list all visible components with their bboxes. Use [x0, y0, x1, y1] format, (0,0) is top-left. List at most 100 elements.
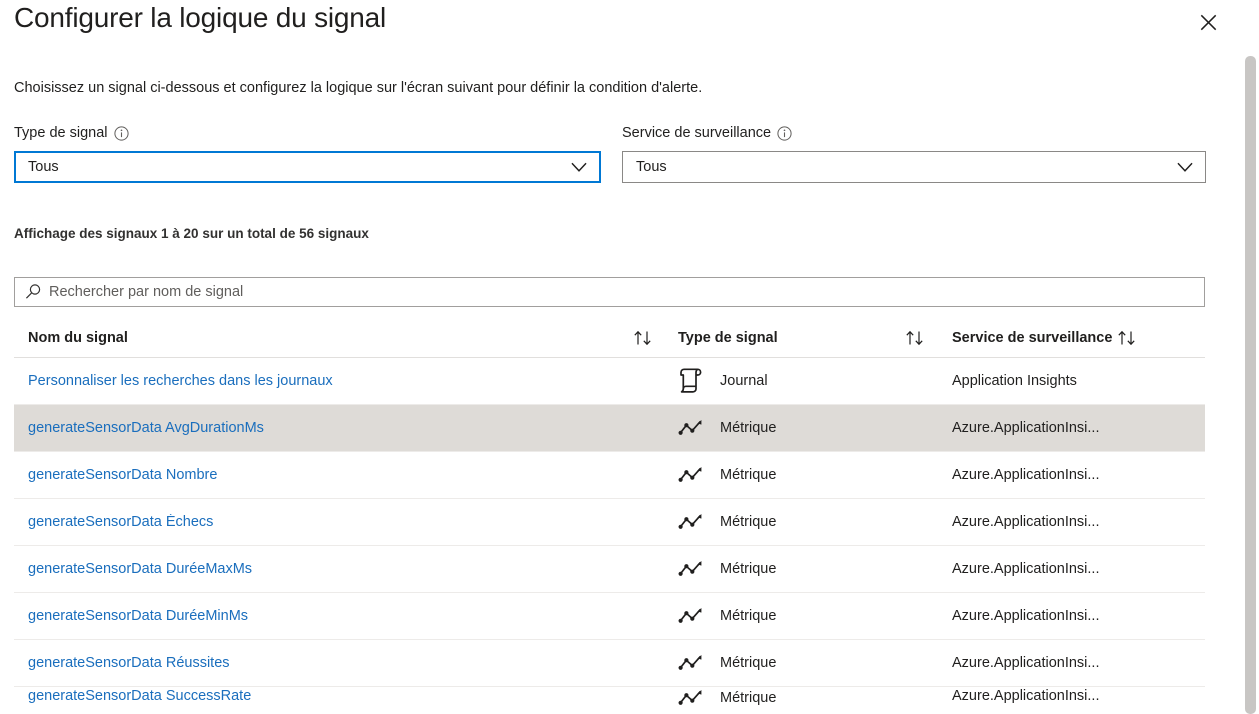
- signal-type-select[interactable]: Tous: [14, 151, 601, 183]
- signal-type-text: Journal: [720, 373, 768, 389]
- info-icon[interactable]: [777, 125, 792, 141]
- table-row[interactable]: Personnaliser les recherches dans les jo…: [14, 358, 1205, 405]
- metric-line-chart-icon: [678, 465, 712, 485]
- table-body: Personnaliser les recherches dans les jo…: [14, 358, 1205, 711]
- cell-monitor-service: Azure.ApplicationInsi...: [938, 420, 1203, 436]
- signals-table: Nom du signal Type de signal Service de …: [14, 318, 1205, 711]
- signal-name-link[interactable]: Personnaliser les recherches dans les jo…: [28, 373, 333, 389]
- signal-type-text: Métrique: [720, 655, 777, 671]
- info-icon[interactable]: [113, 125, 129, 141]
- scrollbar-thumb[interactable]: [1245, 56, 1256, 714]
- column-header-signal-type[interactable]: Type de signal: [666, 329, 938, 347]
- cell-signal-type: Métrique: [666, 418, 938, 438]
- column-header-label: Nom du signal: [28, 329, 128, 346]
- signal-type-text: Métrique: [720, 467, 777, 483]
- signal-name-link[interactable]: generateSensorData AvgDurationMs: [28, 420, 264, 436]
- monitor-service-text: Azure.ApplicationInsi...: [952, 655, 1100, 671]
- cell-signal-type: Métrique: [666, 653, 938, 673]
- cell-signal-name: generateSensorData DuréeMinMs: [14, 608, 666, 624]
- cell-signal-name: generateSensorData Réussites: [14, 655, 666, 671]
- signal-type-text: Métrique: [720, 690, 777, 706]
- signal-name-link[interactable]: generateSensorData Échecs: [28, 514, 213, 530]
- cell-signal-type: Métrique: [666, 559, 938, 579]
- metric-line-chart-icon: [678, 559, 712, 579]
- cell-monitor-service: Azure.ApplicationInsi...: [938, 655, 1203, 671]
- cell-signal-type: Métrique: [666, 465, 938, 485]
- monitor-service-select[interactable]: Tous: [622, 151, 1206, 183]
- column-header-label: Service de surveillance: [952, 329, 1113, 346]
- table-header-row: Nom du signal Type de signal Service de …: [14, 318, 1205, 358]
- signal-count-text: Affichage des signaux 1 à 20 sur un tota…: [14, 226, 369, 241]
- monitor-service-text: Azure.ApplicationInsi...: [952, 688, 1100, 704]
- signal-type-label: Type de signal: [14, 125, 108, 141]
- signal-name-link[interactable]: generateSensorData DuréeMinMs: [28, 608, 248, 624]
- metric-line-chart-icon: [678, 653, 712, 673]
- monitor-service-text: Application Insights: [952, 373, 1077, 389]
- table-row[interactable]: generateSensorData SuccessRate Métrique Az…: [14, 687, 1205, 711]
- signal-type-text: Métrique: [720, 420, 777, 436]
- cell-monitor-service: Azure.ApplicationInsi...: [938, 608, 1203, 624]
- signal-type-text: Métrique: [720, 514, 777, 530]
- cell-monitor-service: Azure.ApplicationInsi...: [938, 514, 1203, 530]
- panel-description: Choisissez un signal ci-dessous et confi…: [14, 80, 703, 96]
- column-header-label: Type de signal: [678, 329, 778, 346]
- table-row[interactable]: generateSensorData DuréeMinMs Métrique Azu…: [14, 593, 1205, 640]
- table-row[interactable]: generateSensorData Échecs Métrique Azure.A…: [14, 499, 1205, 546]
- cell-signal-name: generateSensorData DuréeMaxMs: [14, 561, 666, 577]
- cell-monitor-service: Azure.ApplicationInsi...: [938, 687, 1203, 704]
- close-button[interactable]: [1193, 7, 1223, 37]
- cell-signal-type: Métrique: [666, 687, 938, 708]
- close-icon: [1200, 14, 1217, 31]
- sort-ascending-descending-icon[interactable]: [1116, 329, 1140, 347]
- monitor-service-label: Service de surveillance: [622, 125, 772, 141]
- cell-monitor-service: Azure.ApplicationInsi...: [938, 561, 1203, 577]
- chevron-down-icon[interactable]: [571, 159, 587, 175]
- signal-name-link[interactable]: generateSensorData Nombre: [28, 467, 217, 483]
- cell-signal-type: Métrique: [666, 606, 938, 626]
- monitor-service-text: Azure.ApplicationInsi...: [952, 420, 1100, 436]
- log-scroll-icon: [678, 367, 712, 395]
- cell-signal-name: Personnaliser les recherches dans les jo…: [14, 373, 666, 389]
- metric-line-chart-icon: [678, 512, 712, 532]
- cell-signal-name: generateSensorData Échecs: [14, 514, 666, 530]
- signal-type-label-group: Type de signal: [14, 122, 601, 144]
- signal-name-link[interactable]: generateSensorData SuccessRate: [28, 688, 251, 704]
- monitor-service-text: Azure.ApplicationInsi...: [952, 608, 1100, 624]
- signal-name-link[interactable]: generateSensorData Réussites: [28, 655, 230, 671]
- metric-line-chart-icon: [678, 418, 712, 438]
- search-icon: [24, 283, 42, 301]
- signal-type-text: Métrique: [720, 561, 777, 577]
- metric-line-chart-icon: [678, 688, 712, 708]
- cell-signal-name: generateSensorData SuccessRate: [14, 687, 666, 704]
- cell-signal-type: Métrique: [666, 512, 938, 532]
- page-title: Configurer la logique du signal: [14, 2, 387, 33]
- table-row[interactable]: generateSensorData Réussites Métrique Azur…: [14, 640, 1205, 687]
- monitor-service-text: Azure.ApplicationInsi...: [952, 561, 1100, 577]
- table-row[interactable]: generateSensorData AvgDurationMs Métrique…: [14, 405, 1205, 452]
- metric-line-chart-icon: [678, 606, 712, 626]
- signal-type-field: Type de signal Tous: [14, 122, 601, 183]
- table-row[interactable]: generateSensorData DuréeMaxMs Métrique Azu…: [14, 546, 1205, 593]
- monitor-service-text: Azure.ApplicationInsi...: [952, 467, 1100, 483]
- monitor-service-text: Azure.ApplicationInsi...: [952, 514, 1100, 530]
- signal-name-link[interactable]: generateSensorData DuréeMaxMs: [28, 561, 252, 577]
- monitor-service-value: Tous: [636, 159, 667, 175]
- vertical-scrollbar[interactable]: [1242, 0, 1259, 714]
- search-input[interactable]: [49, 279, 1204, 305]
- sort-ascending-descending-icon[interactable]: [904, 329, 928, 347]
- chevron-down-icon[interactable]: [1177, 159, 1193, 175]
- column-header-signal-name[interactable]: Nom du signal: [14, 329, 666, 347]
- cell-signal-name: generateSensorData AvgDurationMs: [14, 420, 666, 436]
- configure-signal-logic-panel: Configurer la logique du signal Choisiss…: [0, 0, 1259, 714]
- signal-type-text: Métrique: [720, 608, 777, 624]
- cell-signal-name: generateSensorData Nombre: [14, 467, 666, 483]
- search-box[interactable]: [14, 277, 1205, 307]
- column-header-monitor-service[interactable]: Service de surveillance: [938, 329, 1203, 347]
- monitor-service-label-group: Service de surveillance: [622, 122, 1206, 144]
- table-row[interactable]: generateSensorData Nombre Métrique Azure.A…: [14, 452, 1205, 499]
- monitor-service-field: Service de surveillance Tous: [622, 122, 1206, 183]
- cell-signal-type: Journal: [666, 367, 938, 395]
- signal-type-value: Tous: [28, 159, 59, 175]
- sort-ascending-descending-icon[interactable]: [632, 329, 656, 347]
- cell-monitor-service: Azure.ApplicationInsi...: [938, 467, 1203, 483]
